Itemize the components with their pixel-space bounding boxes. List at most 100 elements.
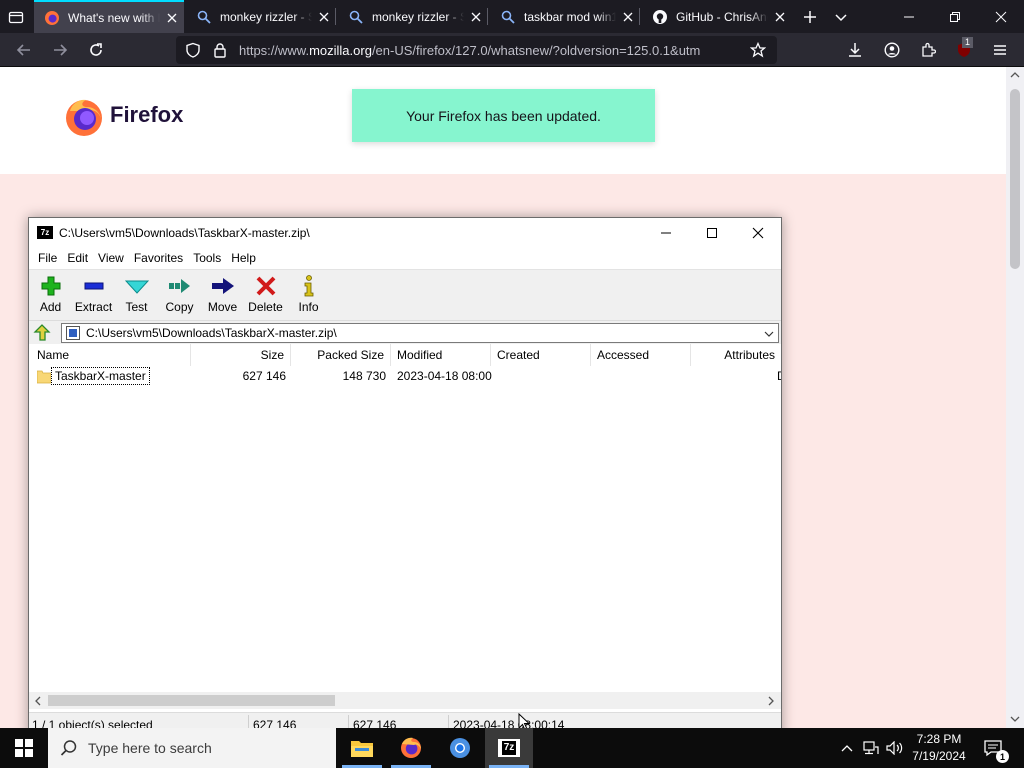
- column-header-created[interactable]: Created: [491, 344, 591, 366]
- taskbar-firefox[interactable]: [387, 728, 435, 768]
- tab-github[interactable]: GitHub - ChrisAnd1998: [642, 0, 792, 33]
- github-icon: [652, 9, 668, 25]
- page-scrollbar-thumb[interactable]: [1010, 89, 1020, 269]
- info-label: Info: [298, 300, 319, 314]
- scroll-up-icon[interactable]: [1010, 71, 1020, 79]
- restore-button[interactable]: [932, 0, 978, 33]
- downloads-button[interactable]: [841, 37, 869, 63]
- browser-nav-bar: https://www.mozilla.org/en-US/firefox/12…: [0, 33, 1024, 67]
- column-header-modified[interactable]: Modified: [391, 344, 491, 366]
- shield-icon[interactable]: [185, 42, 201, 58]
- new-tab-button[interactable]: [797, 4, 823, 30]
- windows-taskbar: Type here to search 7z 7:28 PM 7/19/2024…: [0, 728, 1024, 768]
- start-button[interactable]: [0, 728, 48, 768]
- page-scrollbar[interactable]: [1006, 67, 1024, 728]
- column-header-accessed[interactable]: Accessed: [591, 344, 691, 366]
- close-tab-icon[interactable]: [616, 5, 640, 29]
- column-header-packed-size[interactable]: Packed Size: [291, 344, 391, 366]
- scroll-down-icon[interactable]: [1010, 715, 1020, 723]
- list-all-tabs-button[interactable]: [3, 4, 29, 30]
- delete-button[interactable]: Delete: [244, 274, 287, 318]
- taskbar-search-box[interactable]: Type here to search: [48, 728, 336, 768]
- file-size: 627 146: [242, 369, 286, 383]
- url-text[interactable]: https://www.mozilla.org/en-US/firefox/12…: [239, 43, 739, 58]
- menu-favorites[interactable]: Favorites: [129, 248, 188, 269]
- network-button[interactable]: [860, 728, 882, 768]
- column-header-attributes[interactable]: Attributes: [691, 344, 781, 366]
- firefox-icon: [401, 737, 421, 758]
- ublock-button[interactable]: 1: [950, 37, 978, 63]
- info-button[interactable]: Info: [287, 274, 330, 318]
- url-bar[interactable]: https://www.mozilla.org/en-US/firefox/12…: [176, 36, 777, 64]
- column-header-size[interactable]: Size: [191, 344, 291, 366]
- 7zip-window: 7z C:\Users\vm5\Downloads\TaskbarX-maste…: [28, 217, 782, 737]
- tab-taskbar-mod[interactable]: taskbar mod win10: [490, 0, 640, 33]
- 7zip-hscroll-thumb[interactable]: [48, 695, 335, 706]
- arrow-left-icon: [16, 44, 30, 56]
- test-checkmark-icon: [124, 274, 149, 298]
- copy-arrow-icon: [168, 274, 192, 298]
- folder-up-icon[interactable]: [33, 324, 51, 342]
- tab-separator: [487, 8, 488, 25]
- menu-view[interactable]: View: [93, 248, 129, 269]
- download-icon: [849, 43, 861, 57]
- taskbar-clock[interactable]: 7:28 PM 7/19/2024: [906, 731, 972, 765]
- scroll-right-icon[interactable]: [767, 696, 775, 706]
- account-button[interactable]: [878, 37, 906, 63]
- desktop-screen: What's new with Firefox monkey rizzler -…: [0, 0, 1024, 768]
- file-packed-size: 148 730: [342, 369, 386, 383]
- volume-button[interactable]: [884, 728, 906, 768]
- menu-file[interactable]: File: [33, 248, 62, 269]
- reload-button[interactable]: [82, 37, 110, 63]
- 7zip-minimize-button[interactable]: [643, 218, 689, 248]
- tab-whats-new[interactable]: What's new with Firefox: [34, 0, 184, 33]
- test-button[interactable]: Test: [115, 274, 158, 318]
- speaker-icon: [886, 741, 903, 755]
- app-menu-button[interactable]: [986, 37, 1014, 63]
- close-tab-icon[interactable]: [160, 6, 184, 30]
- file-name[interactable]: TaskbarX-master: [51, 367, 150, 385]
- menu-tools[interactable]: Tools: [188, 248, 226, 269]
- menu-help[interactable]: Help: [226, 248, 261, 269]
- back-button[interactable]: [10, 37, 38, 63]
- move-button[interactable]: Move: [201, 274, 244, 318]
- tab-manager-icon: [8, 11, 24, 24]
- 7zip-title-bar[interactable]: 7z C:\Users\vm5\Downloads\TaskbarX-maste…: [29, 218, 781, 248]
- extract-button[interactable]: Extract: [72, 274, 115, 318]
- column-header-name[interactable]: Name: [31, 344, 191, 366]
- bookmark-star-icon[interactable]: [750, 42, 766, 58]
- copy-button[interactable]: Copy: [158, 274, 201, 318]
- table-row[interactable]: TaskbarX-master 627 146 148 730 2023-04-…: [29, 366, 781, 386]
- extensions-button[interactable]: [914, 37, 942, 63]
- move-arrow-icon: [211, 274, 235, 298]
- close-tab-icon[interactable]: [312, 5, 336, 29]
- notification-count-badge: 1: [996, 750, 1009, 763]
- taskbar-7zip[interactable]: 7z: [485, 728, 533, 768]
- 7zip-horizontal-scrollbar[interactable]: [29, 692, 781, 709]
- notifications-button[interactable]: 1: [978, 728, 1009, 768]
- tab-monkey-rizzler-2[interactable]: monkey rizzler - Search: [338, 0, 488, 33]
- taskbar-chromium[interactable]: [436, 728, 484, 768]
- minimize-icon: [904, 16, 914, 17]
- 7zip-icon: 7z: [498, 739, 520, 757]
- 7zip-maximize-button[interactable]: [689, 218, 735, 248]
- menu-edit[interactable]: Edit: [62, 248, 93, 269]
- taskbar-file-explorer[interactable]: [338, 728, 386, 768]
- lock-icon[interactable]: [213, 42, 227, 58]
- firefox-logo: [66, 99, 102, 136]
- 7zip-path-combobox[interactable]: C:\Users\vm5\Downloads\TaskbarX-master.z…: [61, 323, 779, 343]
- scroll-left-icon[interactable]: [34, 696, 42, 706]
- close-window-button[interactable]: [978, 0, 1024, 33]
- tab-list-button[interactable]: [828, 4, 854, 30]
- close-tab-icon[interactable]: [768, 5, 792, 29]
- forward-button[interactable]: [46, 37, 74, 63]
- 7zip-close-button[interactable]: [735, 218, 781, 248]
- close-icon: [995, 11, 1007, 22]
- add-button[interactable]: Add: [29, 274, 72, 318]
- close-tab-icon[interactable]: [464, 5, 488, 29]
- minimize-button[interactable]: [886, 0, 932, 33]
- chevron-down-icon[interactable]: [764, 330, 774, 338]
- tab-monkey-rizzler-1[interactable]: monkey rizzler - Search: [186, 0, 336, 33]
- show-hidden-icons-button[interactable]: [838, 728, 856, 768]
- file-attributes: D: [777, 369, 781, 383]
